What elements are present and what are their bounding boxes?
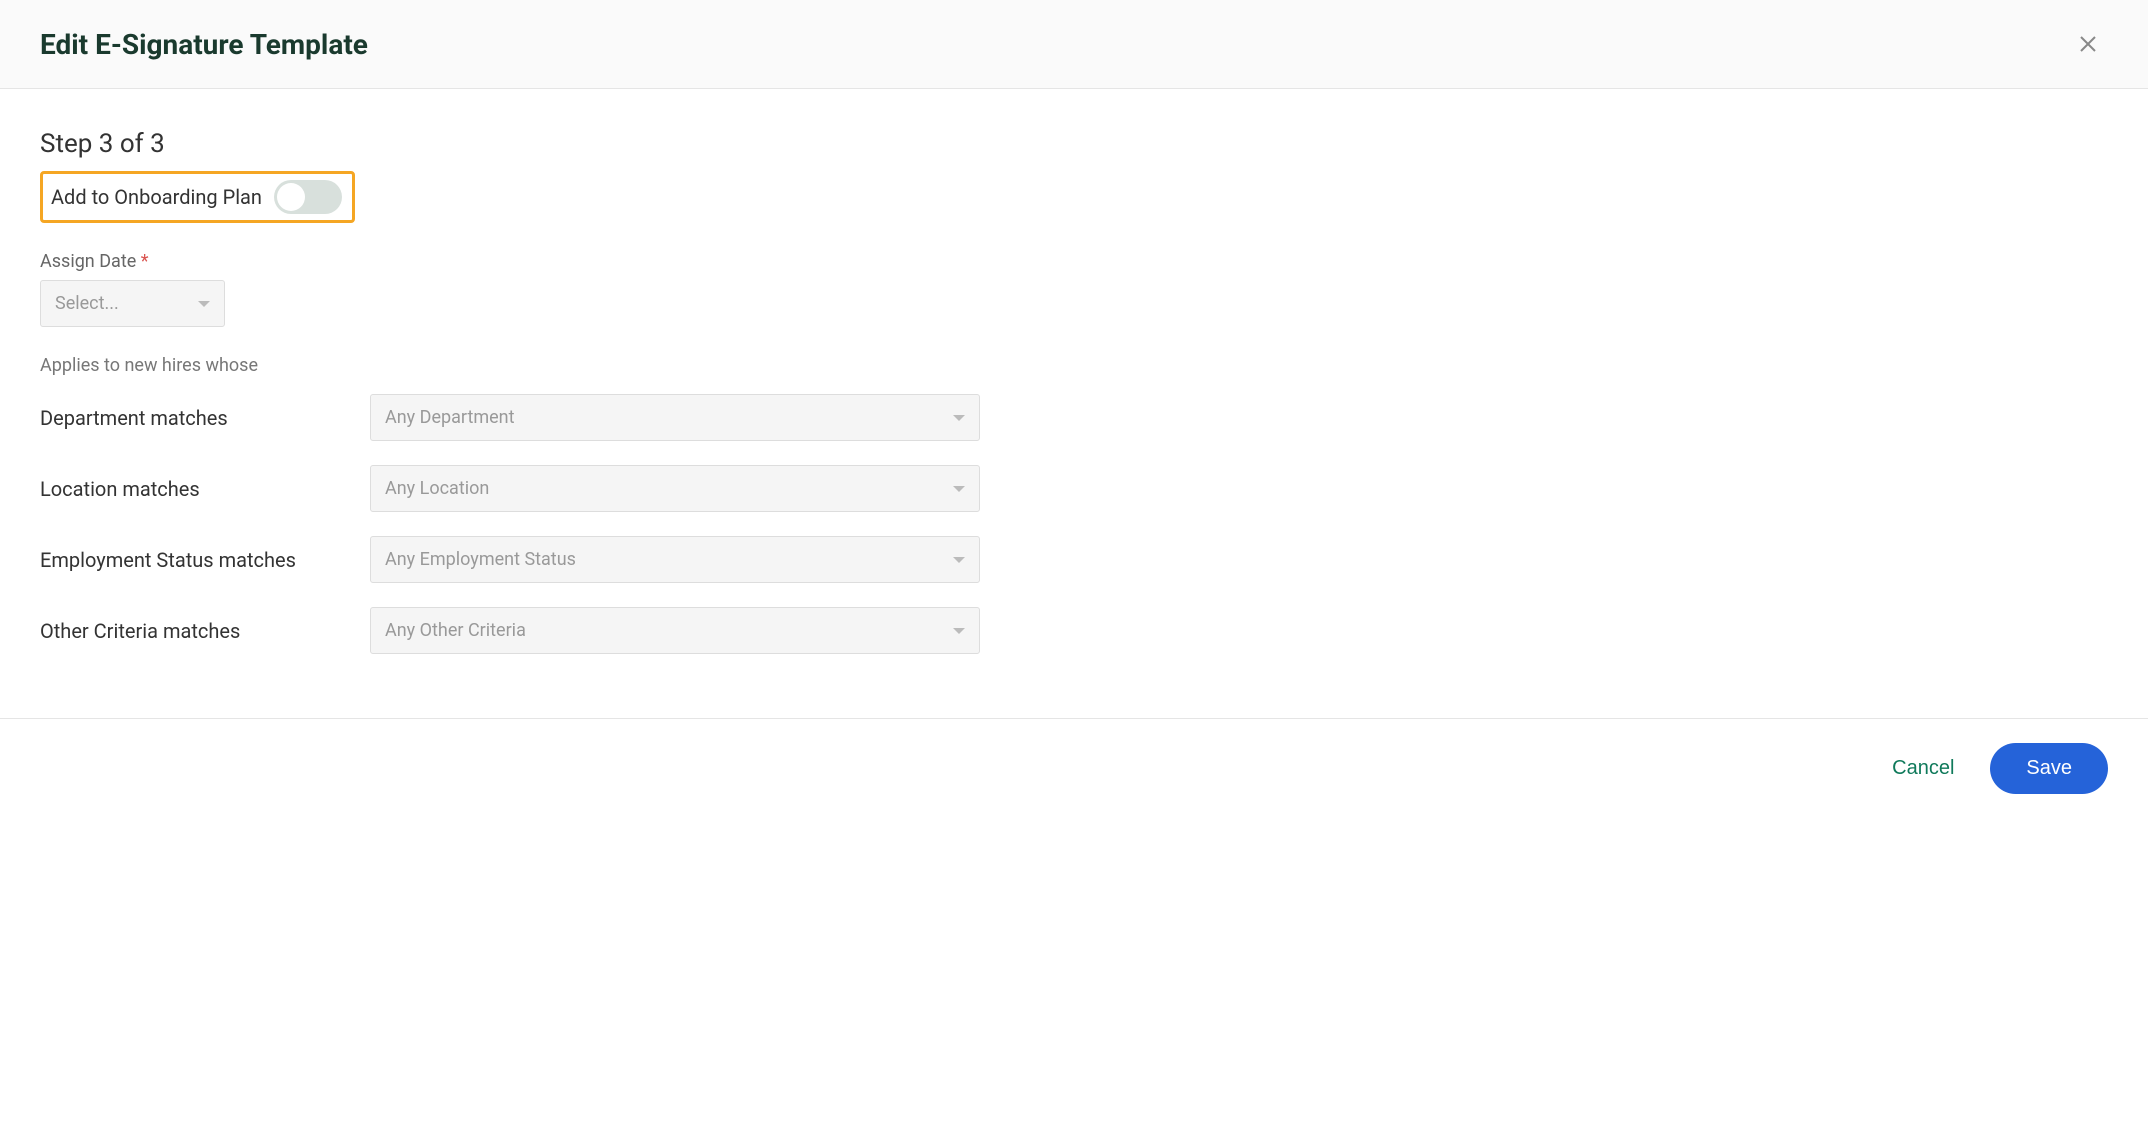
onboarding-plan-toggle-row: Add to Onboarding Plan <box>40 171 355 223</box>
step-indicator: Step 3 of 3 <box>40 129 2108 159</box>
other-criteria-select[interactable]: Any Other Criteria <box>370 607 980 654</box>
department-select-placeholder: Any Department <box>385 407 515 428</box>
employment-status-criteria-label: Employment Status matches <box>40 548 370 572</box>
assign-date-select[interactable]: Select... <box>40 280 225 327</box>
modal-footer: Cancel Save <box>0 718 2148 818</box>
close-icon <box>2076 32 2100 56</box>
close-button[interactable] <box>2068 24 2108 64</box>
onboarding-plan-toggle[interactable] <box>274 180 342 214</box>
location-criteria-row: Location matches Any Location <box>40 465 2108 512</box>
department-criteria-label: Department matches <box>40 406 370 430</box>
location-select-placeholder: Any Location <box>385 478 489 499</box>
employment-status-select[interactable]: Any Employment Status <box>370 536 980 583</box>
other-criteria-row: Other Criteria matches Any Other Criteri… <box>40 607 2108 654</box>
modal-content: Step 3 of 3 Add to Onboarding Plan Assig… <box>0 89 2148 718</box>
chevron-down-icon <box>953 557 965 563</box>
chevron-down-icon <box>953 628 965 634</box>
location-criteria-label: Location matches <box>40 477 370 501</box>
assign-date-label-text: Assign Date <box>40 251 136 272</box>
department-criteria-row: Department matches Any Department <box>40 394 2108 441</box>
save-button[interactable]: Save <box>1990 743 2108 794</box>
employment-status-criteria-row: Employment Status matches Any Employment… <box>40 536 2108 583</box>
toggle-knob <box>277 183 305 211</box>
chevron-down-icon <box>953 486 965 492</box>
required-indicator: * <box>141 251 149 272</box>
modal-header: Edit E-Signature Template <box>0 0 2148 89</box>
onboarding-plan-toggle-label: Add to Onboarding Plan <box>51 185 262 209</box>
other-criteria-select-placeholder: Any Other Criteria <box>385 620 526 641</box>
cancel-button[interactable]: Cancel <box>1880 747 1966 790</box>
chevron-down-icon <box>953 415 965 421</box>
assign-date-placeholder: Select... <box>55 293 119 314</box>
assign-date-label: Assign Date * <box>40 251 2108 272</box>
chevron-down-icon <box>198 301 210 307</box>
other-criteria-label: Other Criteria matches <box>40 619 370 643</box>
department-select[interactable]: Any Department <box>370 394 980 441</box>
assign-date-field: Assign Date * Select... <box>40 251 2108 327</box>
employment-status-select-placeholder: Any Employment Status <box>385 549 576 570</box>
criteria-helper-text: Applies to new hires whose <box>40 355 2108 376</box>
location-select[interactable]: Any Location <box>370 465 980 512</box>
modal-title: Edit E-Signature Template <box>40 28 368 61</box>
